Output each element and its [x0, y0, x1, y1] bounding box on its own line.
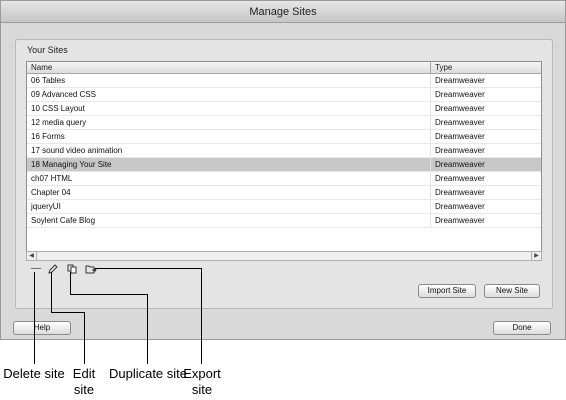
site-name-cell: 16 Forms	[27, 130, 431, 143]
callout-line-duplicate	[147, 294, 148, 364]
callout-line-duplicate	[70, 294, 148, 295]
site-name-cell: 06 Tables	[27, 74, 431, 87]
table-row[interactable]: 17 sound video animation Dreamweaver	[27, 144, 541, 158]
column-header-name[interactable]: Name	[27, 62, 431, 73]
site-type-cell: Dreamweaver	[435, 76, 485, 85]
callout-line-export	[95, 268, 202, 269]
export-site-button[interactable]	[84, 263, 98, 275]
table-row[interactable]: Chapter 04 Dreamweaver	[27, 186, 541, 200]
callout-line-edit	[84, 312, 85, 364]
site-name-cell: Chapter 04	[27, 186, 431, 199]
table-body: 06 Tables Dreamweaver 09 Advanced CSS Dream…	[27, 74, 541, 228]
edit-site-button[interactable]	[46, 263, 60, 275]
site-type-cell: Dreamweaver	[435, 132, 485, 141]
import-site-button[interactable]: Import Site	[418, 284, 476, 298]
site-name-cell: 12 media query	[27, 116, 431, 129]
column-header-type[interactable]: Type	[431, 62, 452, 73]
export-folder-icon	[85, 265, 97, 274]
callout-line-duplicate	[70, 272, 71, 294]
duplicate-site-button[interactable]	[65, 263, 79, 275]
site-type-cell: Dreamweaver	[435, 202, 485, 211]
window-title: Manage Sites	[1, 1, 565, 23]
table-row[interactable]: 18 Managing Your Site Dreamweaver	[27, 158, 541, 172]
callout-delete-site: Delete site	[3, 366, 65, 381]
site-name-cell: 09 Advanced CSS	[27, 88, 431, 101]
callout-line-edit	[51, 312, 85, 313]
scroll-right-icon[interactable]: ▶	[531, 252, 541, 260]
minus-icon: —	[31, 263, 41, 274]
horizontal-scrollbar[interactable]: ◀ ▶	[26, 251, 542, 261]
help-button[interactable]: Help	[13, 321, 71, 335]
table-row[interactable]: 16 Forms Dreamweaver	[27, 130, 541, 144]
new-site-button[interactable]: New Site	[484, 284, 540, 298]
site-name-cell: 18 Managing Your Site	[27, 158, 431, 171]
done-button[interactable]: Done	[493, 321, 551, 335]
site-type-cell: Dreamweaver	[435, 118, 485, 127]
scroll-left-icon[interactable]: ◀	[27, 252, 37, 260]
duplicate-icon	[67, 264, 77, 274]
site-type-cell: Dreamweaver	[435, 104, 485, 113]
delete-site-button[interactable]: —	[29, 263, 43, 275]
site-name-cell: Soylent Cafe Blog	[27, 214, 431, 227]
sites-table[interactable]: Name Type 06 Tables Dreamweaver 09 Advance…	[26, 61, 542, 261]
callout-line-edit	[51, 272, 52, 312]
table-header: Name Type	[27, 62, 541, 74]
site-type-cell: Dreamweaver	[435, 146, 485, 155]
panel-label: Your Sites	[27, 45, 68, 55]
site-name-cell: ch07 HTML	[27, 172, 431, 185]
table-row[interactable]: jqueryUI Dreamweaver	[27, 200, 541, 214]
callout-line-delete	[34, 272, 35, 364]
site-type-cell: Dreamweaver	[435, 90, 485, 99]
pencil-icon	[48, 264, 58, 274]
callout-export-site: Export site	[183, 366, 221, 397]
table-row[interactable]: ch07 HTML Dreamweaver	[27, 172, 541, 186]
callout-edit-site: Edit site	[72, 366, 96, 397]
table-row[interactable]: 12 media query Dreamweaver	[27, 116, 541, 130]
site-name-cell: 10 CSS Layout	[27, 102, 431, 115]
table-row[interactable]: 10 CSS Layout Dreamweaver	[27, 102, 541, 116]
callout-line-export	[201, 268, 202, 364]
site-type-cell: Dreamweaver	[435, 188, 485, 197]
site-name-cell: jqueryUI	[27, 200, 431, 213]
table-row[interactable]: Soylent Cafe Blog Dreamweaver	[27, 214, 541, 228]
site-type-cell: Dreamweaver	[435, 160, 485, 169]
manage-sites-dialog: Manage Sites Your Sites Name Type 06 Tab…	[0, 0, 566, 340]
site-type-cell: Dreamweaver	[435, 174, 485, 183]
table-row[interactable]: 09 Advanced CSS Dreamweaver	[27, 88, 541, 102]
site-type-cell: Dreamweaver	[435, 216, 485, 225]
site-name-cell: 17 sound video animation	[27, 144, 431, 157]
table-row[interactable]: 06 Tables Dreamweaver	[27, 74, 541, 88]
